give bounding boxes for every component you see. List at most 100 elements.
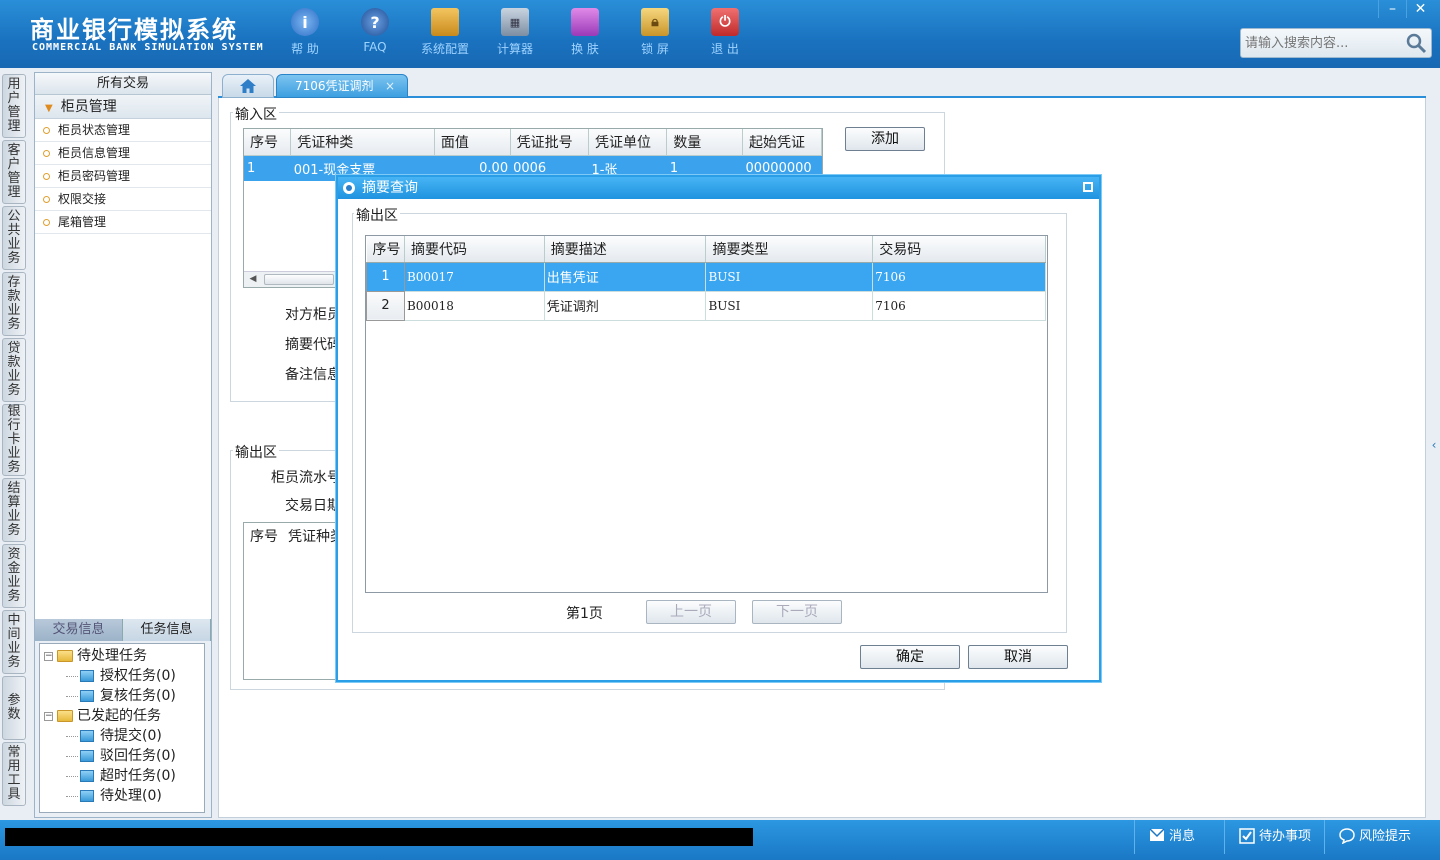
vtab-char: 间 bbox=[7, 627, 21, 642]
vtab-char: 具 bbox=[7, 787, 21, 802]
vtab-char: 款 bbox=[7, 355, 21, 370]
col-header: 摘要代码 bbox=[404, 236, 545, 263]
vtab-fund-business[interactable]: 资金业务 bbox=[2, 544, 26, 608]
tree-node-auth-tasks[interactable]: 授权任务(0) bbox=[40, 666, 204, 686]
scroll-thumb[interactable] bbox=[264, 274, 334, 285]
prev-page-button[interactable]: 上一页 bbox=[646, 600, 736, 624]
faq-button[interactable]: ? FAQ bbox=[340, 8, 410, 60]
tree-node-rejected[interactable]: 驳回任务(0) bbox=[40, 746, 204, 766]
confirm-button[interactable]: 确定 bbox=[860, 645, 960, 669]
tree-node-pending[interactable]: − 待处理任务 bbox=[40, 646, 204, 666]
risk-alert-button[interactable]: 风险提示 bbox=[1324, 820, 1434, 854]
transaction-date-label: 交易日期 bbox=[285, 498, 341, 514]
tree-node-timeout[interactable]: 超时任务(0) bbox=[40, 766, 204, 786]
todo-button[interactable]: 待办事项 bbox=[1224, 820, 1324, 854]
vtab-customer-management[interactable]: 客户管理 bbox=[2, 140, 26, 204]
search-input[interactable] bbox=[1241, 29, 1401, 57]
cell: 1 bbox=[366, 261, 405, 292]
help-button[interactable]: i 帮 助 bbox=[270, 8, 340, 60]
menu-item-teller-info[interactable]: 柜员信息管理 bbox=[35, 142, 211, 165]
vtab-intermediate-business[interactable]: 中间业务 bbox=[2, 610, 26, 674]
next-page-button[interactable]: 下一页 bbox=[752, 600, 842, 624]
cell: 1 bbox=[244, 155, 291, 181]
vtab-char: 业 bbox=[7, 237, 21, 252]
vtab-settlement-business[interactable]: 结算业务 bbox=[2, 478, 26, 542]
table-row[interactable]: 1 B00017 出售凭证 BUSI 7106 bbox=[366, 261, 1046, 292]
collapse-right-icon[interactable]: ‹ bbox=[1428, 425, 1440, 465]
menu-item-label: 柜员状态管理 bbox=[58, 123, 131, 137]
vtab-char: 结 bbox=[7, 481, 21, 496]
tab-voucher-adjust[interactable]: 7106凭证调剂 × bbox=[276, 74, 408, 98]
lock-label: 锁 屏 bbox=[641, 42, 669, 56]
vtab-char: 资 bbox=[7, 547, 21, 562]
vtab-public-business[interactable]: 公共业务 bbox=[2, 206, 26, 270]
menu-item-teller-password[interactable]: 柜员密码管理 bbox=[35, 165, 211, 188]
messages-label: 消息 bbox=[1169, 829, 1196, 844]
folder-icon bbox=[80, 670, 94, 682]
col-header: 凭证单位 bbox=[588, 129, 668, 156]
close-tab-icon[interactable]: × bbox=[385, 75, 395, 97]
scroll-left-icon[interactable]: ◀ bbox=[246, 273, 260, 286]
vtab-char: 款 bbox=[7, 289, 21, 304]
input-area-legend: 输入区 bbox=[233, 104, 279, 124]
risk-label: 风险提示 bbox=[1359, 829, 1412, 844]
vtab-parameters[interactable]: 参数 bbox=[2, 676, 26, 740]
menu-item-label: 柜员密码管理 bbox=[58, 169, 131, 183]
tree-node-initiated[interactable]: − 已发起的任务 bbox=[40, 706, 204, 726]
tree-node-review-tasks[interactable]: 复核任务(0) bbox=[40, 686, 204, 706]
vtab-char: 务 bbox=[7, 655, 21, 670]
table-row[interactable]: 2 B00018 凭证调剂 BUSI 7106 bbox=[366, 290, 1046, 321]
search-icon[interactable] bbox=[1405, 32, 1427, 54]
menu-item-teller-status[interactable]: 柜员状态管理 bbox=[35, 119, 211, 142]
vtab-char: 理 bbox=[7, 185, 21, 200]
tree-node-to-process[interactable]: 待处理(0) bbox=[40, 786, 204, 806]
col-header: 交易码 bbox=[872, 236, 1046, 263]
group-label: 柜员管理 bbox=[60, 99, 117, 115]
add-button[interactable]: 添加 bbox=[845, 127, 925, 151]
tree-node-to-submit[interactable]: 待提交(0) bbox=[40, 726, 204, 746]
tab-home[interactable] bbox=[222, 74, 274, 98]
close-window-button[interactable]: ✕ bbox=[1406, 0, 1434, 18]
cancel-button[interactable]: 取消 bbox=[968, 645, 1068, 669]
vtab-char: 常 bbox=[7, 745, 21, 760]
vtab-char: 用 bbox=[7, 759, 21, 774]
minimize-button[interactable]: – bbox=[1378, 0, 1406, 18]
vtab-common-tools[interactable]: 常用工具 bbox=[2, 742, 26, 806]
tab-transaction-info[interactable]: 交易信息 bbox=[35, 619, 123, 641]
skin-button[interactable]: 换 肤 bbox=[550, 8, 620, 60]
menu-item-permission-handover[interactable]: 权限交接 bbox=[35, 188, 211, 211]
teller-serial-label: 柜员流水号 bbox=[271, 470, 341, 486]
vtab-card-business[interactable]: 银行卡业务 bbox=[2, 404, 26, 476]
menu-item-tail-box[interactable]: 尾箱管理 bbox=[35, 211, 211, 234]
tab-label: 7106凭证调剂 bbox=[295, 79, 374, 93]
settings-button[interactable]: 系统配置 bbox=[410, 8, 480, 60]
tab-task-info[interactable]: 任务信息 bbox=[123, 619, 211, 641]
vtab-user-management[interactable]: 用户管理 bbox=[2, 74, 26, 138]
exit-button[interactable]: ⏻ 退 出 bbox=[690, 8, 760, 60]
toolbox-icon bbox=[431, 8, 459, 36]
vtab-char: 业 bbox=[7, 446, 21, 461]
lock-button[interactable]: 🔒︎ 锁 屏 bbox=[620, 8, 690, 60]
vtab-char: 工 bbox=[7, 773, 21, 788]
cell: 2 bbox=[366, 290, 405, 321]
output-area-legend: 输出区 bbox=[233, 442, 279, 462]
vtab-char: 业 bbox=[7, 575, 21, 590]
messages-button[interactable]: 消息 bbox=[1134, 820, 1224, 854]
col-header: 序号 bbox=[366, 236, 405, 263]
collapse-icon[interactable]: − bbox=[44, 651, 53, 661]
tree-label: 待处理任务 bbox=[77, 648, 147, 664]
help-label: 帮 助 bbox=[291, 42, 319, 56]
collapse-icon[interactable]: − bbox=[44, 711, 53, 721]
folder-icon bbox=[80, 770, 94, 782]
vtab-char: 业 bbox=[7, 303, 21, 318]
menu-item-label: 柜员信息管理 bbox=[58, 146, 131, 160]
vtab-char: 贷 bbox=[7, 341, 21, 356]
vtab-char: 行 bbox=[7, 418, 21, 433]
maximize-icon[interactable] bbox=[1083, 182, 1093, 192]
group-teller-management[interactable]: ▼ 柜员管理 bbox=[35, 95, 211, 119]
vtab-loan-business[interactable]: 贷款业务 bbox=[2, 338, 26, 402]
task-tree: − 待处理任务 授权任务(0) 复核任务(0) − 已发起的任务 待提交(0) 驳回… bbox=[39, 643, 205, 813]
folder-icon bbox=[80, 790, 94, 802]
vtab-deposit-business[interactable]: 存款业务 bbox=[2, 272, 26, 336]
calculator-button[interactable]: ▦ 计算器 bbox=[480, 8, 550, 60]
